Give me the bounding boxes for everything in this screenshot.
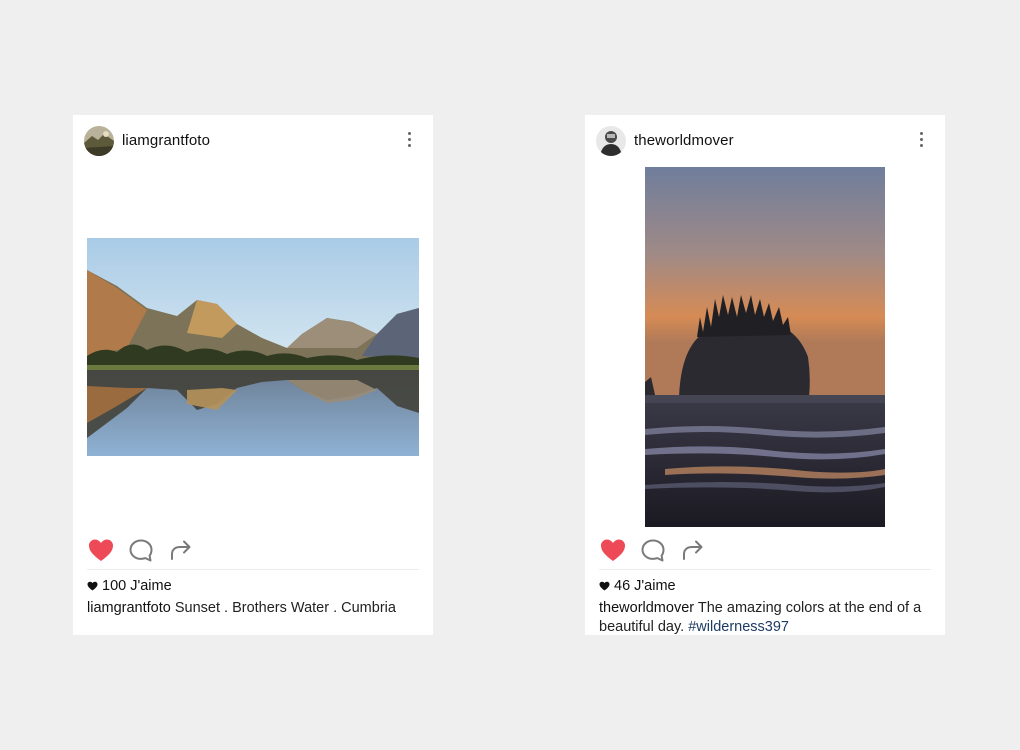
more-vertical-icon[interactable] (399, 132, 419, 150)
post-photo (87, 238, 419, 456)
post-actions (87, 535, 419, 570)
post-media (585, 167, 945, 527)
post-media (73, 167, 433, 527)
avatar[interactable] (84, 126, 114, 156)
post-card: theworldmover 46 J'aime theworldmover Th… (585, 115, 945, 635)
caption-text: Sunset . Brothers Water . Cumbria (174, 600, 396, 616)
post-card: liamgrantfoto 100 J'aime liamgrantfoto S… (73, 115, 433, 635)
share-icon[interactable] (679, 537, 707, 563)
heart-icon (87, 581, 98, 591)
comment-icon[interactable] (127, 537, 155, 563)
caption-username[interactable]: theworldmover (599, 600, 694, 616)
post-photo (645, 167, 885, 527)
comment-icon[interactable] (639, 537, 667, 563)
heart-icon[interactable] (87, 537, 115, 563)
likes-count[interactable]: 46 J'aime (599, 578, 931, 594)
caption-username[interactable]: liamgrantfoto (87, 600, 171, 616)
post-header: theworldmover (585, 115, 945, 168)
post-header: liamgrantfoto (73, 115, 433, 168)
heart-icon (599, 581, 610, 591)
likes-count[interactable]: 100 J'aime (87, 578, 419, 594)
post-caption: liamgrantfoto Sunset . Brothers Water . … (87, 599, 413, 618)
post-username[interactable]: theworldmover (634, 132, 734, 149)
more-vertical-icon[interactable] (911, 132, 931, 150)
post-caption: theworldmover The amazing colors at the … (599, 599, 925, 637)
likes-label: 100 J'aime (102, 578, 172, 594)
caption-hashtag[interactable]: #wilderness397 (688, 619, 789, 635)
post-actions (599, 535, 931, 570)
avatar[interactable] (596, 126, 626, 156)
heart-icon[interactable] (599, 537, 627, 563)
share-icon[interactable] (167, 537, 195, 563)
likes-label: 46 J'aime (614, 578, 676, 594)
post-username[interactable]: liamgrantfoto (122, 132, 210, 149)
